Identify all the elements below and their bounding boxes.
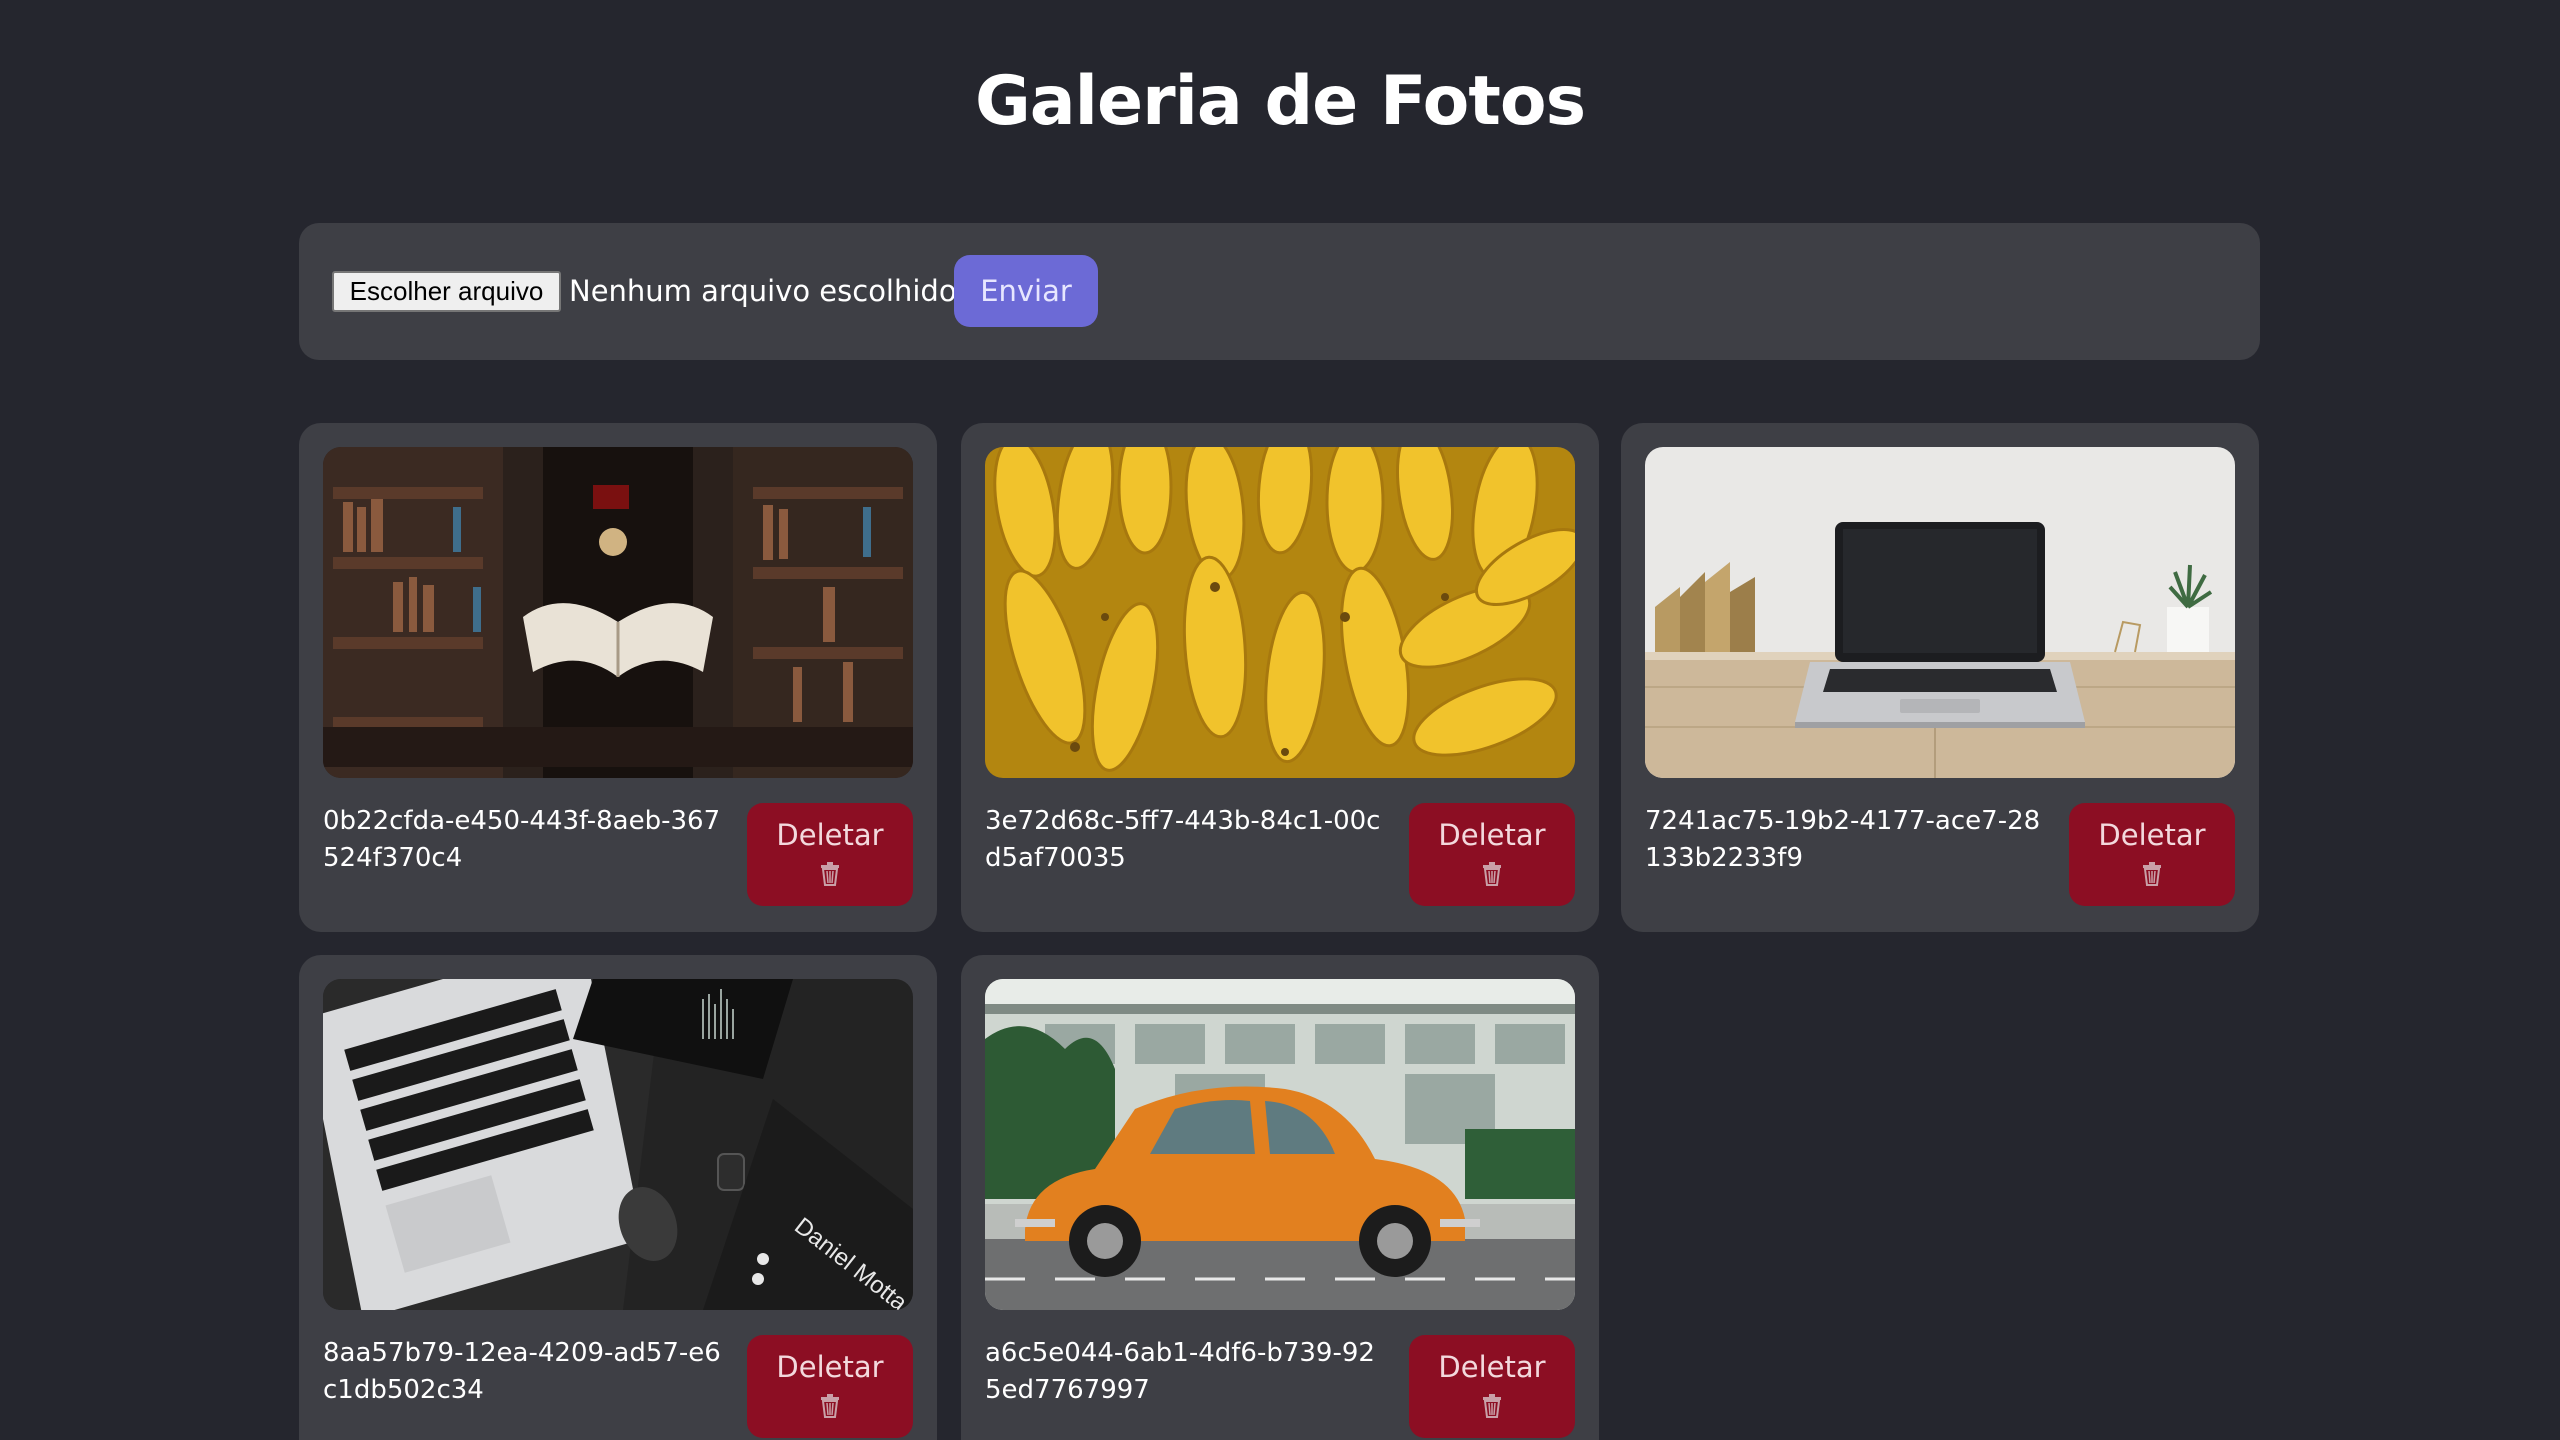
photo-card: 0b22cfda-e450-443f-8aeb-367524f370c4 Del… xyxy=(299,423,937,932)
choose-file-button[interactable]: Escolher arquivo xyxy=(332,271,561,312)
photo-image-bananas[interactable] xyxy=(985,447,1575,778)
delete-label: Deletar xyxy=(1438,818,1546,852)
trash-icon xyxy=(2143,862,2161,886)
gallery-page: Galeria de Fotos Escolher arquivo Nenhum… xyxy=(0,0,2560,1440)
delete-button[interactable]: Deletar xyxy=(1409,803,1575,906)
trash-icon xyxy=(821,862,839,886)
photo-image-orange-car[interactable] xyxy=(985,979,1575,1310)
delete-button[interactable]: Deletar xyxy=(747,1335,913,1438)
photo-filename: 7241ac75-19b2-4177-ace7-28133b2233f9 xyxy=(1645,806,2041,873)
photo-card: a6c5e044-6ab1-4df6-b739-925ed7767997 Del… xyxy=(961,955,1599,1440)
photo-filename: 8aa57b79-12ea-4209-ad57-e6c1db502c34 xyxy=(323,1338,721,1405)
trash-icon xyxy=(1483,862,1501,886)
delete-label: Deletar xyxy=(776,818,884,852)
photo-filename: 3e72d68c-5ff7-443b-84c1-00cd5af70035 xyxy=(985,806,1381,873)
submit-button[interactable]: Enviar xyxy=(954,255,1098,327)
delete-label: Deletar xyxy=(776,1350,884,1384)
delete-button[interactable]: Deletar xyxy=(1409,1335,1575,1438)
photo-filename: 0b22cfda-e450-443f-8aeb-367524f370c4 xyxy=(323,806,721,873)
photo-image-laptop-desk[interactable] xyxy=(1645,447,2235,778)
page-title: Galeria de Fotos xyxy=(974,62,1586,141)
photo-image-laptop-keyboard[interactable]: Daniel Motta xyxy=(323,979,913,1310)
photo-card: 3e72d68c-5ff7-443b-84c1-00cd5af70035 Del… xyxy=(961,423,1599,932)
photo-card: 7241ac75-19b2-4177-ace7-28133b2233f9 Del… xyxy=(1621,423,2259,932)
delete-label: Deletar xyxy=(1438,1350,1546,1384)
delete-label: Deletar xyxy=(2098,818,2206,852)
photo-image-library[interactable] xyxy=(323,447,913,778)
file-status-text: Nenhum arquivo escolhido xyxy=(569,274,957,308)
photo-card: Daniel Motta 8aa57b79-12ea-4209-ad57-e6c… xyxy=(299,955,937,1440)
delete-button[interactable]: Deletar xyxy=(2069,803,2235,906)
trash-icon xyxy=(1483,1394,1501,1418)
photo-filename: a6c5e044-6ab1-4df6-b739-925ed7767997 xyxy=(985,1338,1375,1405)
trash-icon xyxy=(821,1394,839,1418)
delete-button[interactable]: Deletar xyxy=(747,803,913,906)
upload-form: Escolher arquivo Nenhum arquivo escolhid… xyxy=(299,223,2260,360)
